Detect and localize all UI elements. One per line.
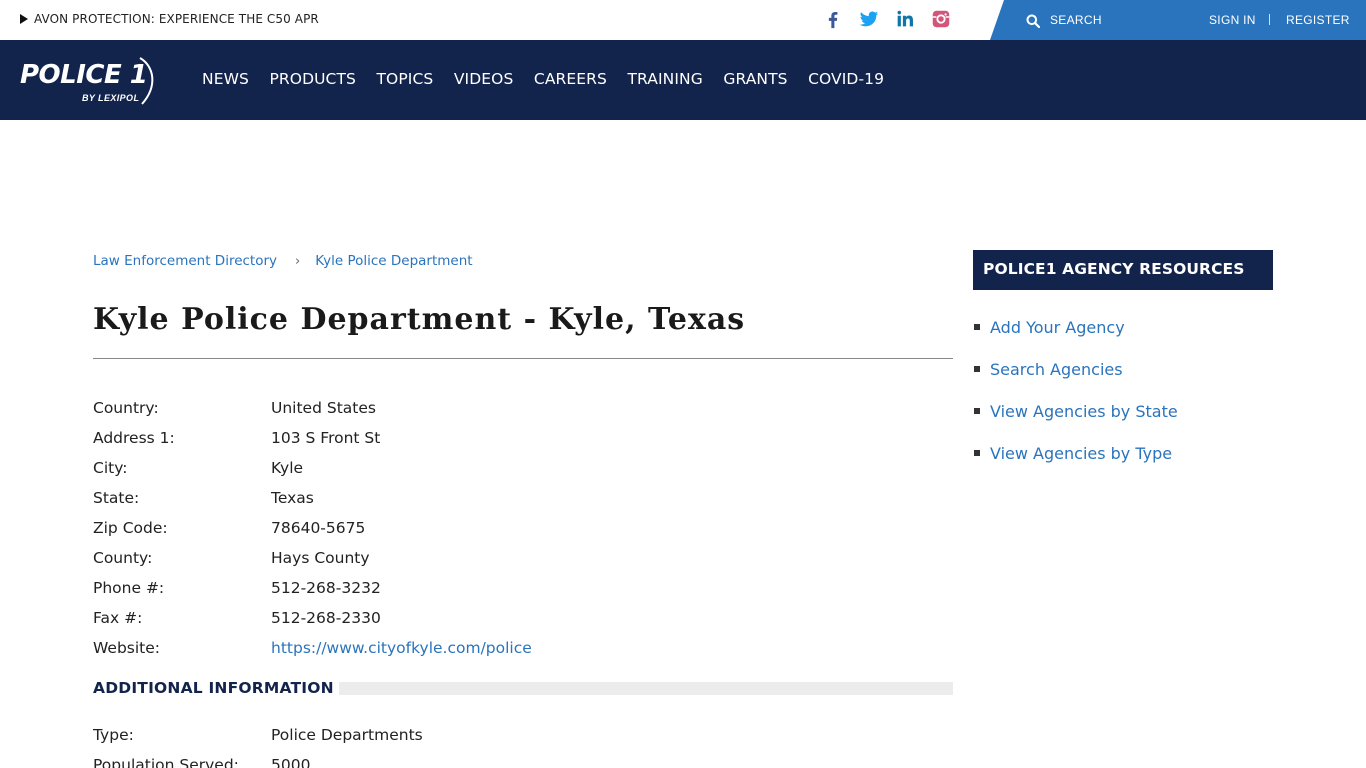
search-icon[interactable] bbox=[1026, 13, 1041, 29]
bullet-icon bbox=[974, 366, 980, 372]
agency-details: Country: United States Address 1: 103 S … bbox=[93, 393, 953, 663]
nav-item-products[interactable]: PRODUCTS bbox=[269, 70, 356, 88]
detail-row-country: Country: United States bbox=[93, 393, 953, 423]
detail-label: Fax #: bbox=[93, 609, 143, 627]
detail-label: State: bbox=[93, 489, 140, 507]
search-agencies-link[interactable]: Search Agencies bbox=[990, 360, 1123, 379]
nav-item-covid-19[interactable]: COVID-19 bbox=[808, 70, 884, 88]
sidebar-item-search-agencies: Search Agencies bbox=[973, 348, 1273, 390]
breadcrumb-chevron-icon: › bbox=[295, 253, 301, 269]
instagram-icon[interactable] bbox=[930, 8, 952, 30]
additional-information-header: ADDITIONAL INFORMATION bbox=[93, 679, 953, 699]
bullet-icon bbox=[974, 450, 980, 456]
detail-row-website: Website: https://www.cityofkyle.com/poli… bbox=[93, 633, 953, 663]
detail-value: 103 S Front St bbox=[271, 429, 381, 447]
page-title: Kyle Police Department - Kyle, Texas bbox=[93, 302, 746, 337]
bullet-icon bbox=[974, 408, 980, 414]
promo-text: AVON PROTECTION: EXPERIENCE THE C50 APR bbox=[34, 12, 319, 26]
detail-value: Kyle bbox=[271, 459, 304, 477]
top-bar: AVON PROTECTION: EXPERIENCE THE C50 APR … bbox=[0, 0, 1366, 40]
nav-item-news[interactable]: NEWS bbox=[202, 70, 249, 88]
main-navigation: POLICE 1 BY LEXIPOL NEWS PRODUCTS TOPICS… bbox=[0, 40, 1366, 120]
play-icon bbox=[20, 14, 28, 24]
sign-in-link[interactable]: SIGN IN bbox=[1209, 13, 1256, 27]
detail-row-population: Population Served: 5000 bbox=[93, 750, 953, 768]
logo-main-text: POLICE 1 bbox=[20, 60, 148, 90]
section-heading: ADDITIONAL INFORMATION bbox=[93, 679, 334, 697]
detail-value: Texas bbox=[271, 489, 314, 507]
detail-value: 5000 bbox=[271, 756, 311, 768]
register-link[interactable]: REGISTER bbox=[1286, 13, 1350, 27]
sidebar-list: Add Your Agency Search Agencies View Age… bbox=[973, 306, 1273, 474]
detail-label: City: bbox=[93, 459, 128, 477]
logo-sub-text: BY LEXIPOL bbox=[82, 93, 140, 103]
detail-label: Type: bbox=[93, 726, 134, 744]
nav-item-topics[interactable]: TOPICS bbox=[376, 70, 433, 88]
detail-label: Phone #: bbox=[93, 579, 165, 597]
detail-label: Website: bbox=[93, 639, 161, 657]
promo-link[interactable]: AVON PROTECTION: EXPERIENCE THE C50 APR bbox=[20, 12, 319, 26]
breadcrumb-department-link[interactable]: Kyle Police Department bbox=[315, 253, 472, 269]
detail-value: United States bbox=[271, 399, 376, 417]
detail-row-address: Address 1: 103 S Front St bbox=[93, 423, 953, 453]
nav-item-training[interactable]: TRAINING bbox=[627, 70, 702, 88]
search-button[interactable]: SEARCH bbox=[1050, 13, 1102, 27]
police1-logo[interactable]: POLICE 1 BY LEXIPOL bbox=[20, 56, 160, 106]
section-heading-bar bbox=[339, 682, 953, 695]
detail-label: Address 1: bbox=[93, 429, 175, 447]
agencies-by-state-link[interactable]: View Agencies by State bbox=[990, 402, 1178, 421]
detail-value: 512-268-3232 bbox=[271, 579, 381, 597]
nav-item-grants[interactable]: GRANTS bbox=[723, 70, 787, 88]
detail-value: 512-268-2330 bbox=[271, 609, 381, 627]
sidebar-item-add-agency: Add Your Agency bbox=[973, 306, 1273, 348]
detail-row-city: City: Kyle bbox=[93, 453, 953, 483]
detail-row-phone: Phone #: 512-268-3232 bbox=[93, 573, 953, 603]
detail-value: Police Departments bbox=[271, 726, 423, 744]
header-divider bbox=[1269, 14, 1270, 25]
detail-row-county: County: Hays County bbox=[93, 543, 953, 573]
nav-links: NEWS PRODUCTS TOPICS VIDEOS CAREERS TRAI… bbox=[202, 70, 905, 88]
sidebar-item-agencies-by-state: View Agencies by State bbox=[973, 390, 1273, 432]
twitter-icon[interactable] bbox=[858, 8, 880, 30]
detail-value: 78640-5675 bbox=[271, 519, 366, 537]
bullet-icon bbox=[974, 324, 980, 330]
detail-label: Population Served: bbox=[93, 756, 239, 768]
detail-label: Country: bbox=[93, 399, 159, 417]
detail-label: County: bbox=[93, 549, 153, 567]
website-link[interactable]: https://www.cityofkyle.com/police bbox=[271, 639, 532, 657]
nav-item-videos[interactable]: VIDEOS bbox=[454, 70, 514, 88]
facebook-icon[interactable] bbox=[822, 8, 844, 30]
nav-item-careers[interactable]: CAREERS bbox=[534, 70, 607, 88]
logo-swoosh-icon bbox=[139, 57, 154, 105]
agency-resources-sidebar: POLICE1 AGENCY RESOURCES Add Your Agency… bbox=[973, 250, 1273, 474]
breadcrumb: Law Enforcement Directory › Kyle Police … bbox=[93, 253, 473, 269]
detail-row-fax: Fax #: 512-268-2330 bbox=[93, 603, 953, 633]
sidebar-item-agencies-by-type: View Agencies by Type bbox=[973, 432, 1273, 474]
detail-row-state: State: Texas bbox=[93, 483, 953, 513]
title-divider bbox=[93, 358, 953, 359]
detail-label: Zip Code: bbox=[93, 519, 168, 537]
detail-value: Hays County bbox=[271, 549, 370, 567]
agencies-by-type-link[interactable]: View Agencies by Type bbox=[990, 444, 1172, 463]
detail-row-zip: Zip Code: 78640-5675 bbox=[93, 513, 953, 543]
detail-row-type: Type: Police Departments bbox=[93, 720, 953, 750]
linkedin-icon[interactable] bbox=[894, 8, 916, 30]
add-agency-link[interactable]: Add Your Agency bbox=[990, 318, 1125, 337]
breadcrumb-directory-link[interactable]: Law Enforcement Directory bbox=[93, 253, 277, 269]
sidebar-title: POLICE1 AGENCY RESOURCES bbox=[973, 250, 1273, 290]
social-links bbox=[822, 8, 952, 30]
additional-details: Type: Police Departments Population Serv… bbox=[93, 720, 953, 768]
